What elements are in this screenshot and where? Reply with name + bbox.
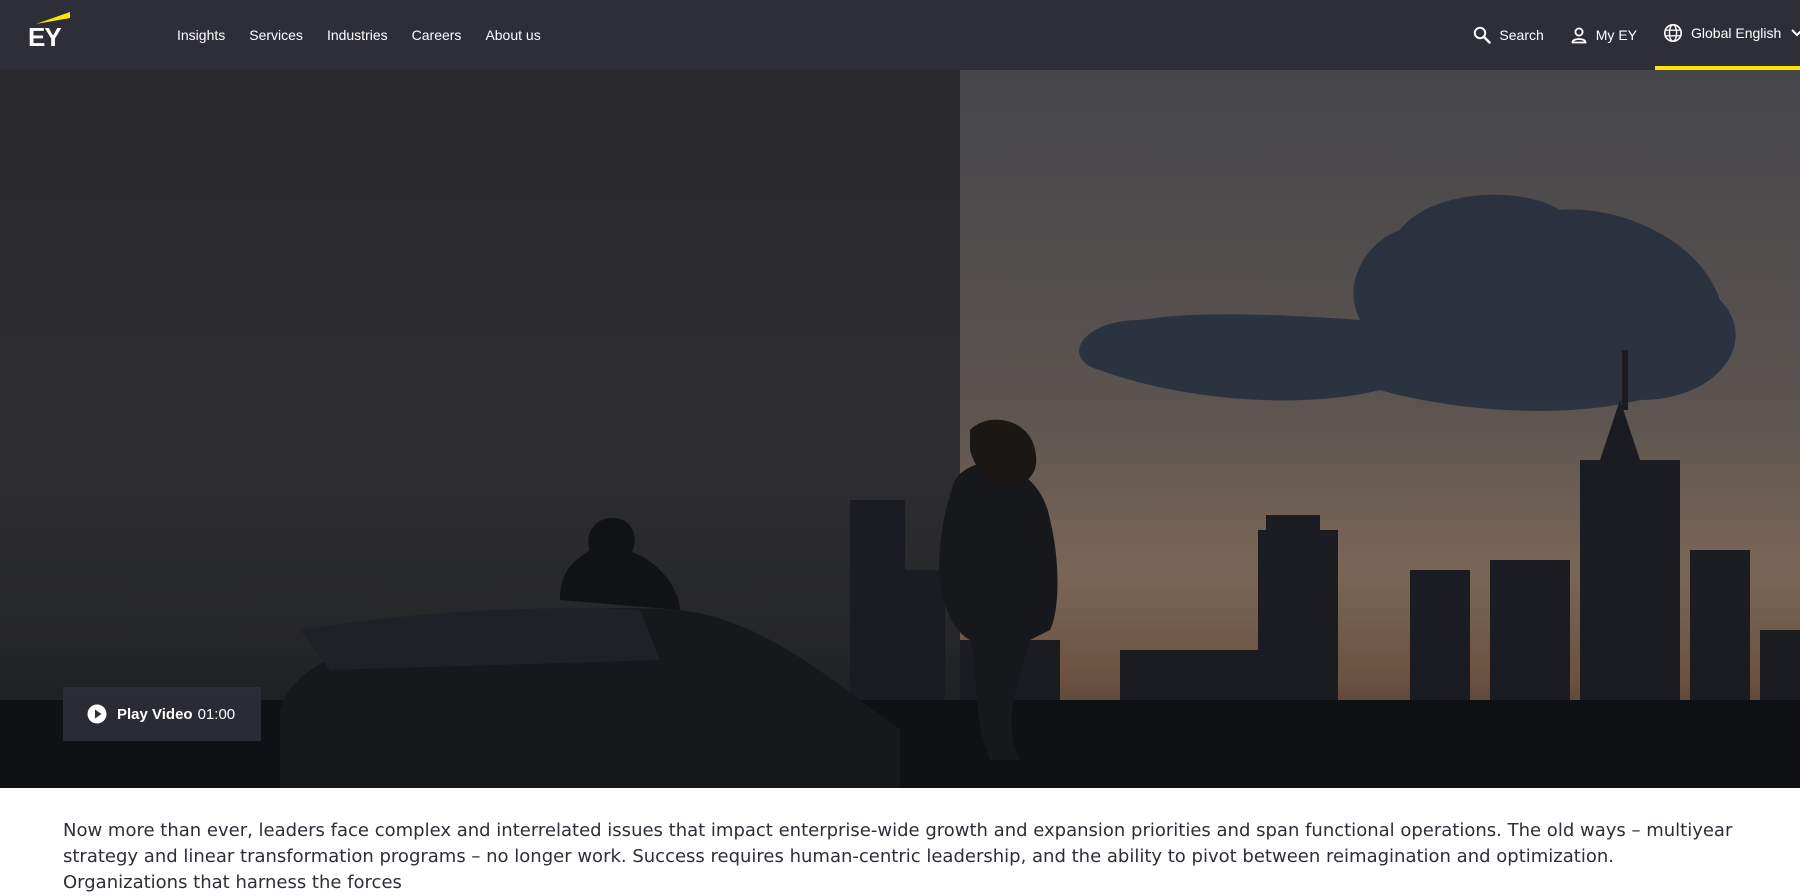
globe-icon <box>1663 23 1683 43</box>
play-video-label: Play Video <box>117 705 193 723</box>
video-duration: 01:00 <box>197 705 236 723</box>
nav-item-industries[interactable]: Industries <box>327 27 388 43</box>
intro-paragraph: Now more than ever, leaders face complex… <box>63 820 1733 893</box>
nav-item-insights[interactable]: Insights <box>177 27 225 43</box>
play-video-button[interactable]: Play Video 01:00 <box>63 687 261 741</box>
utility-nav: Search My EY Global English <box>1447 0 1800 70</box>
hero-scene-illustration <box>0 194 1800 788</box>
search-icon <box>1473 26 1492 44</box>
language-label: Global English <box>1691 25 1782 41</box>
my-ey-label: My EY <box>1595 27 1637 43</box>
user-icon <box>1570 26 1588 44</box>
play-circle-icon <box>87 704 107 724</box>
search-button[interactable]: Search <box>1473 26 1544 44</box>
chevron-down-icon <box>1791 29 1800 37</box>
nav-item-about-us[interactable]: About us <box>485 27 540 43</box>
ey-logo[interactable]: EY <box>28 10 76 56</box>
language-selector[interactable]: Global English <box>1655 0 1800 70</box>
hero-video[interactable]: Play Video 01:00 <box>0 70 1800 788</box>
logo-text: EY <box>28 22 62 52</box>
primary-nav: Insights Services Industries Careers Abo… <box>177 0 565 70</box>
nav-item-services[interactable]: Services <box>249 27 303 43</box>
search-label: Search <box>1499 27 1544 43</box>
my-ey-button[interactable]: My EY <box>1570 26 1637 44</box>
nav-item-careers[interactable]: Careers <box>412 27 462 43</box>
top-navigation-bar: EY Insights Services Industries Careers … <box>0 0 1800 70</box>
